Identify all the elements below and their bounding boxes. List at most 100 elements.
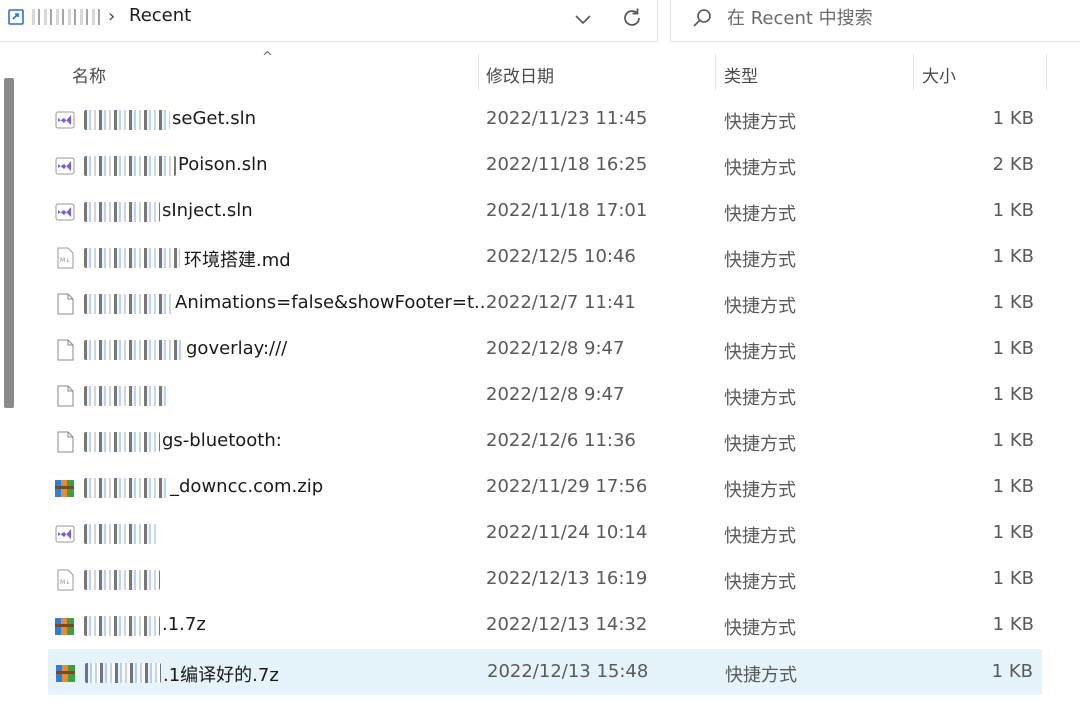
- file-date: 2022/12/8 9:47: [486, 384, 625, 405]
- file-type: 快捷方式: [724, 296, 796, 317]
- file-list: seGet.sln 2022/11/23 11:45 快捷方式 1 KB Poi…: [48, 97, 1044, 695]
- file-row-selected[interactable]: .1编译好的.7z 2022/12/13 15:48 快捷方式 1 KB: [48, 649, 1042, 695]
- column-header-name[interactable]: 名称: [72, 62, 106, 87]
- markdown-file-icon: M↓: [57, 569, 74, 591]
- file-row[interactable]: Poison.sln 2022/11/18 16:25 快捷方式 2 KB: [48, 143, 1042, 189]
- file-type: 快捷方式: [724, 342, 796, 363]
- column-header: ^ 名称 修改日期 类型 大小: [24, 50, 1048, 94]
- file-size: 1 KB: [992, 108, 1034, 129]
- redacted-filename-part: [84, 386, 166, 406]
- file-name: _downcc.com.zip: [170, 476, 324, 497]
- sort-ascending-icon: ^: [262, 50, 273, 65]
- redacted-filename-part: [84, 294, 172, 314]
- visual-studio-sln-icon: [55, 203, 75, 221]
- file-type: 快捷方式: [724, 112, 796, 133]
- file-date: 2022/12/5 10:46: [486, 246, 636, 267]
- search-icon: [693, 9, 711, 27]
- refresh-icon[interactable]: [620, 6, 644, 30]
- blank-file-icon: [57, 293, 74, 315]
- visual-studio-sln-icon: [55, 525, 75, 543]
- file-type: 快捷方式: [724, 250, 796, 271]
- file-type: 快捷方式: [724, 158, 796, 179]
- file-row[interactable]: gs-bluetooth: 2022/12/6 11:36 快捷方式 1 KB: [48, 419, 1042, 465]
- column-header-type[interactable]: 类型: [724, 62, 758, 87]
- visual-studio-sln-icon: [55, 111, 75, 129]
- file-type: 快捷方式: [724, 434, 796, 455]
- file-date: 2022/12/6 11:36: [486, 430, 636, 451]
- file-size: 1 KB: [992, 338, 1034, 359]
- column-header-modified[interactable]: 修改日期: [486, 62, 554, 87]
- file-row[interactable]: M↓ 环境搭建.md 2022/12/5 10:46 快捷方式 1 KB: [48, 235, 1042, 281]
- redacted-filename-part: [85, 663, 161, 683]
- breadcrumb-separator: ›: [108, 6, 116, 27]
- search-input[interactable]: [727, 4, 1067, 32]
- column-divider[interactable]: [1046, 54, 1047, 90]
- file-date: 2022/11/18 16:25: [486, 154, 648, 175]
- file-date: 2022/12/13 15:48: [487, 661, 649, 682]
- file-date: 2022/11/29 17:56: [486, 476, 648, 497]
- file-size: 1 KB: [992, 292, 1034, 313]
- blank-file-icon: [57, 385, 74, 407]
- file-row[interactable]: sInject.sln 2022/11/18 17:01 快捷方式 1 KB: [48, 189, 1042, 235]
- svg-text:M↓: M↓: [60, 257, 70, 264]
- file-row[interactable]: M↓ 2022/12/13 16:19 快捷方式 1 KB: [48, 557, 1042, 603]
- redacted-filename-part: [84, 478, 166, 498]
- file-name: gs-bluetooth:: [162, 430, 282, 451]
- redacted-filename-part: [84, 110, 170, 130]
- file-row[interactable]: _downcc.com.zip 2022/11/29 17:56 快捷方式 1 …: [48, 465, 1042, 511]
- folder-shortcut-icon: [8, 9, 24, 25]
- chevron-down-icon[interactable]: [572, 8, 594, 30]
- file-size: 1 KB: [992, 476, 1034, 497]
- file-row[interactable]: Animations=false&showFooter=t... 2022/12…: [48, 281, 1042, 327]
- redacted-filename-part: [84, 248, 180, 268]
- blank-file-icon: [57, 339, 74, 361]
- file-date: 2022/12/8 9:47: [486, 338, 625, 359]
- file-size: 1 KB: [992, 614, 1034, 635]
- vertical-scrollbar[interactable]: [4, 78, 14, 408]
- file-row[interactable]: .1.7z 2022/12/13 14:32 快捷方式 1 KB: [48, 603, 1042, 649]
- file-name: .1编译好的.7z: [163, 665, 279, 686]
- file-size: 1 KB: [992, 522, 1034, 543]
- file-size: 1 KB: [991, 661, 1033, 682]
- markdown-file-icon: M↓: [57, 247, 74, 269]
- file-size: 2 KB: [992, 154, 1034, 175]
- file-size: 1 KB: [992, 430, 1034, 451]
- visual-studio-sln-icon: [55, 157, 75, 175]
- column-divider[interactable]: [913, 54, 914, 90]
- file-date: 2022/12/13 14:32: [486, 614, 648, 635]
- file-row[interactable]: goverlay:/// 2022/12/8 9:47 快捷方式 1 KB: [48, 327, 1042, 373]
- file-row[interactable]: seGet.sln 2022/11/23 11:45 快捷方式 1 KB: [48, 97, 1042, 143]
- file-name: goverlay:///: [186, 338, 288, 359]
- file-row[interactable]: 2022/12/8 9:47 快捷方式 1 KB: [48, 373, 1042, 419]
- file-type: 快捷方式: [724, 572, 796, 593]
- file-type: 快捷方式: [724, 204, 796, 225]
- blank-file-icon: [57, 431, 74, 453]
- file-type: 快捷方式: [725, 665, 797, 686]
- file-date: 2022/11/18 17:01: [486, 200, 648, 221]
- redacted-filename-part: [84, 202, 160, 222]
- breadcrumb-current-folder[interactable]: Recent: [129, 5, 191, 26]
- file-name: Poison.sln: [178, 154, 268, 175]
- file-row[interactable]: 2022/11/24 10:14 快捷方式 1 KB: [48, 511, 1042, 557]
- column-divider[interactable]: [715, 54, 716, 90]
- file-date: 2022/11/23 11:45: [486, 108, 648, 129]
- redacted-filename-part: [84, 570, 160, 590]
- file-date: 2022/12/13 16:19: [486, 568, 648, 589]
- search-box[interactable]: [670, 0, 1080, 42]
- column-divider[interactable]: [478, 54, 479, 90]
- file-date: 2022/11/24 10:14: [486, 522, 648, 543]
- column-header-size[interactable]: 大小: [922, 62, 956, 87]
- file-size: 1 KB: [992, 200, 1034, 221]
- file-name: 环境搭建.md: [184, 250, 291, 271]
- file-type: 快捷方式: [724, 526, 796, 547]
- redacted-filename-part: [84, 156, 176, 176]
- winrar-archive-icon: [55, 480, 74, 497]
- redacted-filename-part: [84, 616, 160, 636]
- file-type: 快捷方式: [724, 480, 796, 501]
- winrar-archive-icon: [55, 618, 74, 635]
- file-size: 1 KB: [992, 384, 1034, 405]
- file-size: 1 KB: [992, 246, 1034, 267]
- file-date: 2022/12/7 11:41: [486, 292, 636, 313]
- winrar-archive-icon: [56, 665, 75, 682]
- address-bar[interactable]: › Recent: [0, 0, 658, 42]
